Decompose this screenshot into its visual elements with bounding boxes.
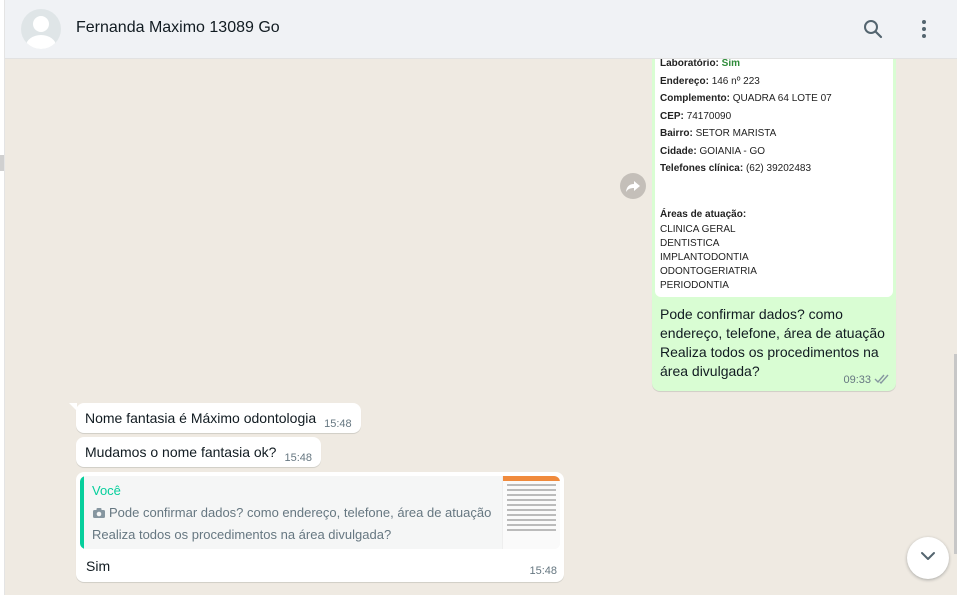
- quote-accent-bar: [80, 476, 84, 549]
- doc-bairro-value: SETOR MARISTA: [695, 128, 777, 139]
- thumbnail-text-line: [507, 494, 556, 496]
- reply-message[interactable]: Você Pode confirmar dados? como endereço…: [76, 472, 564, 582]
- doc-bairro-row: Bairro: SETOR MARISTA: [660, 125, 888, 143]
- thumbnail-text-line: [507, 509, 556, 511]
- doc-complemento-label: Complemento:: [660, 93, 730, 104]
- thumbnail-text-line: [507, 514, 556, 516]
- thumbnail-text-line: [507, 529, 556, 531]
- thumbnail-text-line: [507, 489, 556, 491]
- doc-endereco-label: Endereço:: [660, 75, 709, 87]
- doc-cep-row: CEP: 74170090: [660, 108, 888, 126]
- doc-complemento-value: QUADRA 64 LOTE 07: [732, 93, 832, 104]
- doc-bairro-label: Bairro:: [660, 128, 693, 139]
- doc-area-item: PERIODONTIA: [660, 280, 729, 291]
- thumbnail-text-line: [507, 519, 556, 521]
- doc-lab-value: Sim: [721, 59, 741, 69]
- doc-cep-label: CEP:: [660, 110, 684, 122]
- doc-cidade-row: Cidade: GOIANIA - GO: [660, 143, 888, 161]
- search-icon[interactable]: [861, 17, 885, 41]
- doc-areas-label: Áreas de atuação:: [660, 208, 747, 220]
- quoted-message[interactable]: Você Pode confirmar dados? como endereço…: [80, 476, 560, 549]
- message-time: 15:48: [529, 565, 557, 577]
- doc-telefones-value: (62) 39202483: [745, 163, 812, 174]
- thumbnail-text-line: [507, 484, 556, 486]
- doc-telefones-row: Telefones clínica: (62) 39202483: [660, 160, 888, 178]
- doc-cep-value: 74170090: [686, 110, 732, 122]
- avatar-body-shape: [26, 35, 56, 49]
- bubble-tail: [69, 403, 77, 411]
- thumbnail-text-line: [507, 504, 556, 506]
- quote-text: Pode confirmar dados? como endereço, tel…: [92, 503, 497, 545]
- doc-area-item: ODONTOGERIATRIA: [660, 266, 757, 277]
- doc-lab-row: Laboratório: Sim: [660, 59, 888, 73]
- avatar[interactable]: [21, 9, 61, 49]
- outgoing-message-text: Pode confirmar dados? como endereço, tel…: [660, 306, 885, 379]
- doc-endereco-value: 146 nº 223: [711, 75, 760, 87]
- doc-area-item: IMPLANTODONTIA: [660, 252, 749, 263]
- scroll-to-bottom-button[interactable]: [907, 537, 949, 579]
- forward-icon[interactable]: [620, 173, 646, 199]
- doc-cidade-label: Cidade:: [660, 145, 697, 157]
- camera-icon: [92, 505, 106, 525]
- chevron-down-icon: [919, 547, 937, 570]
- left-panel-marker: [0, 155, 4, 171]
- incoming-message[interactable]: Nome fantasia é Máximo odontologia 15:48: [69, 403, 361, 433]
- image-message-document[interactable]: Laboratório: Sim Endereço: 146 nº 223 Co…: [655, 59, 893, 297]
- outgoing-message[interactable]: Pode confirmar dados? como endereço, tel…: [652, 299, 896, 391]
- doc-telefones-label: Telefones clínica:: [660, 163, 744, 174]
- doc-cidade-value: GOIANIA - GO: [699, 145, 766, 157]
- thumbnail-text-line: [507, 499, 556, 501]
- doc-area-item: CLINICA GERAL: [660, 224, 736, 235]
- quote-author: Você: [92, 483, 121, 498]
- quote-text-body: Pode confirmar dados? como endereço, tel…: [92, 505, 492, 542]
- chat-area[interactable]: Laboratório: Sim Endereço: 146 nº 223 Co…: [5, 59, 957, 595]
- incoming-message-text: Mudamos o nome fantasia ok?: [85, 444, 277, 460]
- contact-name[interactable]: Fernanda Maximo 13089 Go: [76, 19, 280, 37]
- double-check-icon: [874, 373, 890, 387]
- doc-complemento-row: Complemento: QUADRA 64 LOTE 07: [660, 90, 888, 108]
- quote-image-thumbnail: [502, 476, 560, 549]
- incoming-message-text: Nome fantasia é Máximo odontologia: [85, 410, 317, 426]
- message-meta: 09:33: [843, 373, 890, 387]
- kebab-menu-icon[interactable]: [912, 17, 936, 41]
- thumbnail-text-line: [507, 524, 556, 526]
- doc-area-item: DENTISTICA: [660, 238, 720, 249]
- message-time: 15:48: [284, 452, 312, 464]
- doc-lab-label: Laboratório:: [660, 59, 719, 69]
- thumbnail-header-strip: [503, 476, 560, 481]
- incoming-message[interactable]: Mudamos o nome fantasia ok? 15:48: [76, 437, 321, 467]
- doc-endereco-row: Endereço: 146 nº 223: [660, 73, 888, 91]
- message-time: 09:33: [843, 374, 871, 386]
- reply-message-text: Sim: [86, 558, 111, 574]
- doc-spacer: [660, 178, 888, 206]
- message-time: 15:48: [324, 418, 352, 430]
- avatar-head-shape: [33, 16, 49, 32]
- chat-header: Fernanda Maximo 13089 Go: [5, 0, 957, 59]
- doc-areas-heading: Áreas de atuação:: [660, 206, 888, 224]
